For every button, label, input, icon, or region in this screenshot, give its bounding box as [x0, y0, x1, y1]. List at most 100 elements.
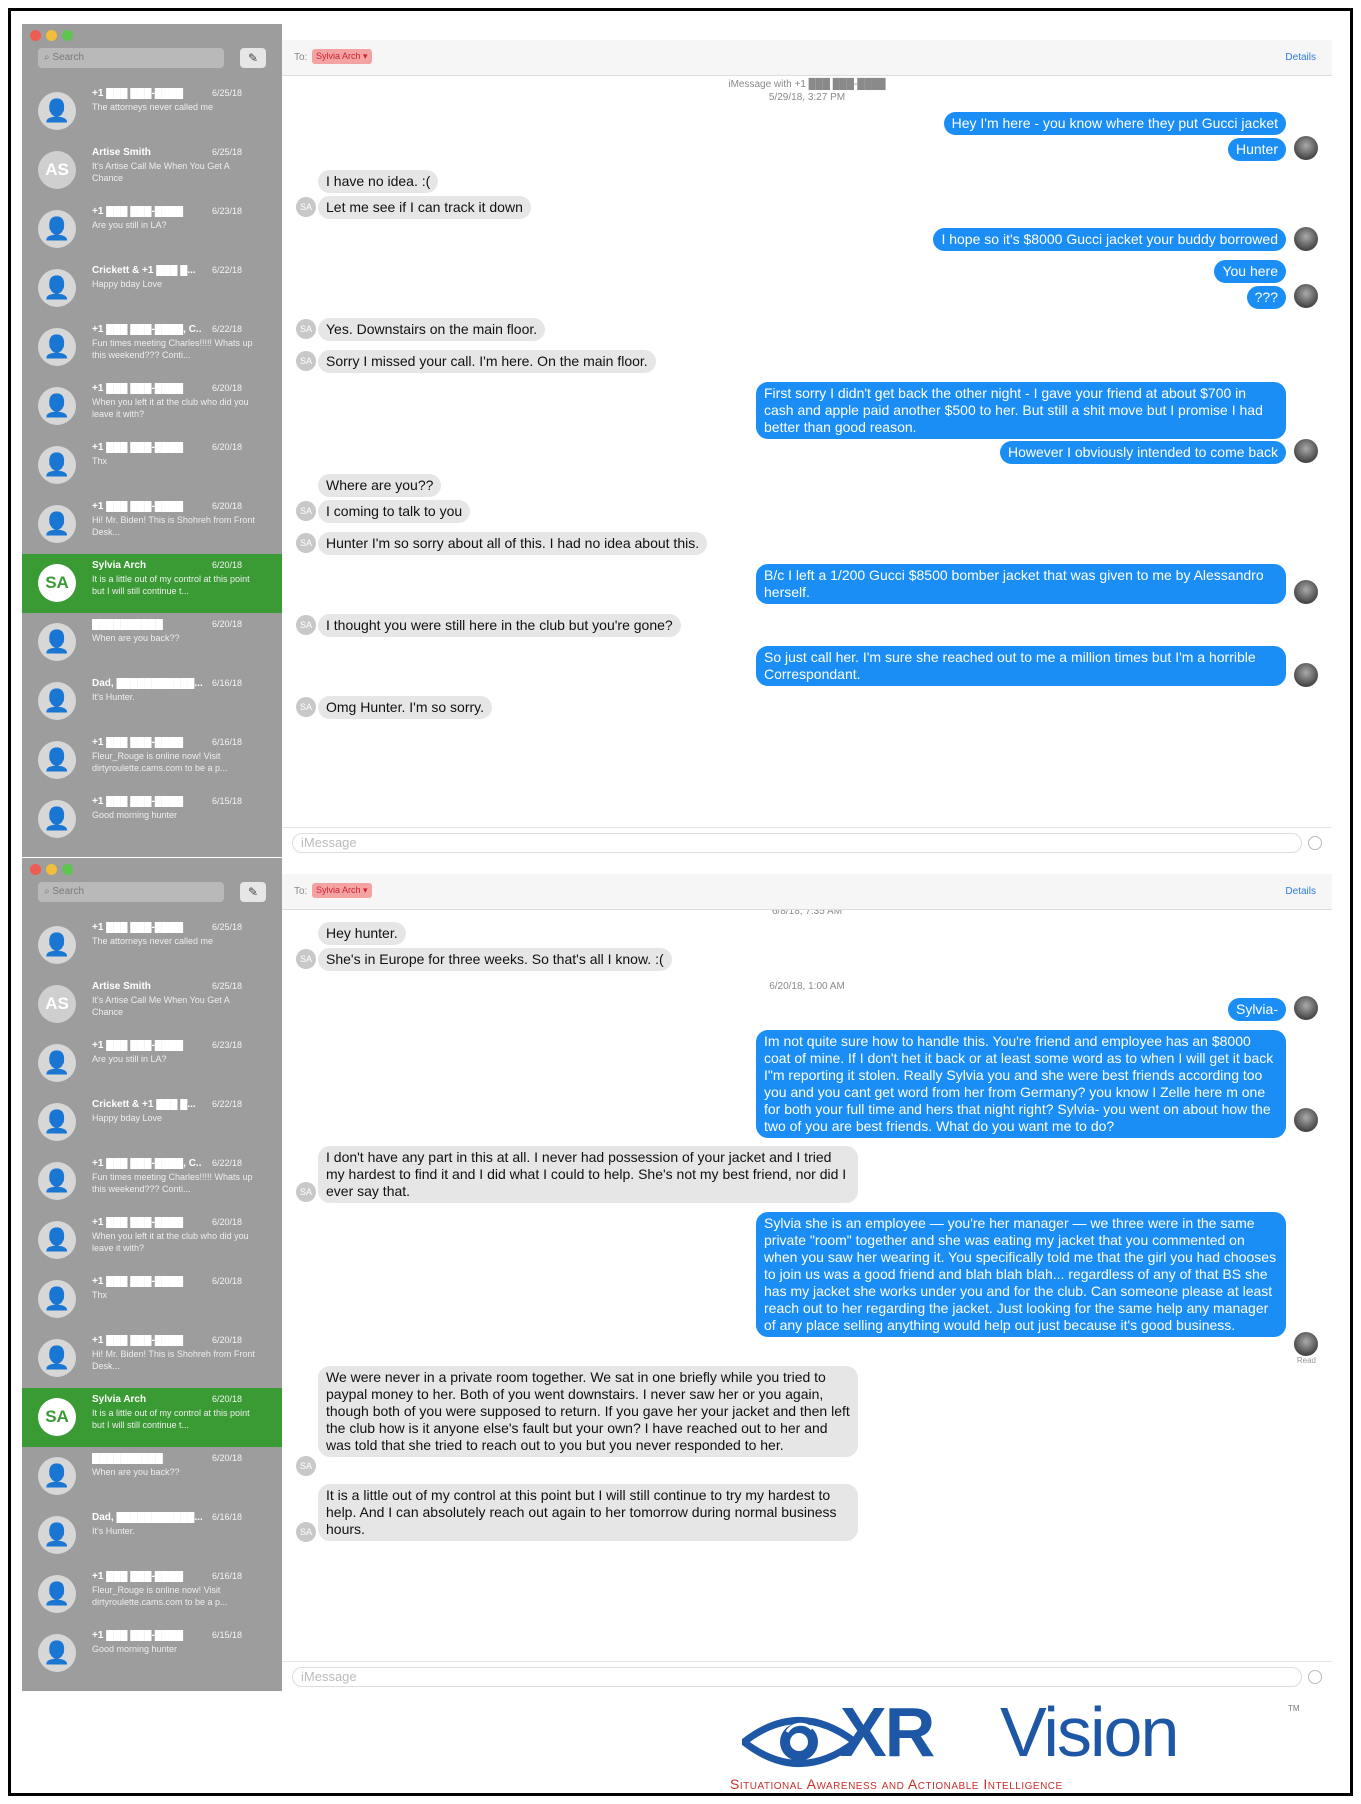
contact-name: Dad, ███████████...	[92, 1512, 202, 1523]
logo-vision: Vision	[1000, 1693, 1179, 1771]
emoji-icon[interactable]	[1308, 836, 1322, 850]
close-window-icon[interactable]	[30, 864, 41, 875]
conversation-item[interactable]: 👤 +1 ███ ███-████ 6/20/18 When you left it …	[22, 377, 282, 436]
received-message: I don't have any part in this at all. I …	[318, 1146, 858, 1203]
conversation-sidebar: ⌕ Search ✎ 👤 +1 ███ ███-████ 6/25/18 The at…	[22, 858, 282, 1691]
compose-icon[interactable]: ✎	[240, 48, 266, 68]
contact-avatar: 👤	[38, 1280, 76, 1318]
conversation-item[interactable]: 👤 ██████████ 6/20/18 When are you back??	[22, 613, 282, 672]
conversation-item[interactable]: 👤 +1 ███ ███-████ 6/25/18 The attorneys nev…	[22, 82, 282, 141]
search-placeholder: Search	[52, 52, 85, 63]
hunter-avatar	[1294, 284, 1318, 308]
conversation-item[interactable]: SA Sylvia Arch 6/20/18 It is a little out o…	[22, 1388, 282, 1447]
sa-avatar: SA	[296, 1182, 316, 1202]
message-preview: When you left it at the club who did you…	[92, 397, 249, 419]
conversation-date: 6/23/18	[212, 206, 243, 216]
minimize-window-icon[interactable]	[46, 30, 57, 41]
conversation-date: 6/20/18	[212, 1394, 243, 1404]
conversation-item[interactable]: 👤 +1 ███ ███-████ 6/23/18 Are you still in …	[22, 200, 282, 259]
conversation-date: 6/20/18	[212, 1276, 243, 1286]
contact-avatar: SA	[38, 1398, 76, 1436]
contact-name: Artise Smith	[92, 981, 151, 992]
conversation-item[interactable]: AS Artise Smith 6/25/18 It's Artise Call Me…	[22, 975, 282, 1034]
imessage-placeholder: iMessage	[301, 1669, 357, 1684]
conversation-item[interactable]: 👤 +1 ███ ███-████ 6/15/18 Good morning hunt…	[22, 790, 282, 849]
conversation-item[interactable]: 👤 +1 ███ ███-████ 6/25/18 The attorneys nev…	[22, 916, 282, 975]
received-message: Hey hunter.	[318, 922, 406, 945]
conversation-item[interactable]: 👤 Dad, ███████████... 6/16/18 It's Hunter.	[22, 1506, 282, 1565]
search-input[interactable]: ⌕ Search	[38, 882, 224, 902]
received-message: Omg Hunter. I'm so sorry.	[318, 696, 493, 719]
contact-name: +1 ███ ███-████	[92, 1335, 184, 1346]
recipient-chip[interactable]: Sylvia Arch ▾	[312, 49, 372, 64]
conversation-item[interactable]: 👤 +1 ███ ███-████ 6/20/18 Hi! Mr. Biden! Th…	[22, 495, 282, 554]
conversation-item[interactable]: 👤 +1 ███ ███-████, C... 6/22/18 Fun times m…	[22, 1152, 282, 1211]
message-preview: It's Artise Call Me When You Get A Chanc…	[92, 995, 230, 1017]
contact-avatar: 👤	[38, 682, 76, 720]
conversation-item[interactable]: 👤 Crickett & +1 ███ █... 6/22/18 Happy bday…	[22, 259, 282, 318]
close-window-icon[interactable]	[30, 30, 41, 41]
contact-avatar: 👤	[38, 446, 76, 484]
conversation-item[interactable]: 👤 Crickett & +1 ███ █... 6/22/18 Happy bday…	[22, 1093, 282, 1152]
minimize-window-icon[interactable]	[46, 864, 57, 875]
conversation-date: 6/20/18	[212, 619, 243, 629]
received-message: Let me see if I can track it down	[318, 196, 531, 219]
received-message: We were never in a private room together…	[318, 1366, 858, 1457]
conversation-item[interactable]: 👤 Dad, ███████████... 6/16/18 It's Hunter.	[22, 672, 282, 731]
details-button[interactable]: Details	[1285, 886, 1316, 897]
zoom-window-icon[interactable]	[62, 864, 73, 875]
received-message: I coming to talk to you	[318, 500, 471, 523]
compose-bar: iMessage	[282, 827, 1332, 857]
conversation-item[interactable]: 👤 +1 ███ ███-████ 6/20/18 Thx	[22, 1270, 282, 1329]
contact-avatar: 👤	[38, 1162, 76, 1200]
emoji-icon[interactable]	[1308, 1670, 1322, 1684]
read-receipt: Read	[1296, 1356, 1316, 1365]
conversation-date: 6/25/18	[212, 922, 243, 932]
conversation-date: 6/20/18	[212, 501, 243, 511]
contact-avatar: 👤	[38, 328, 76, 366]
conversation-item[interactable]: 👤 +1 ███ ███-████ 6/16/18 Fleur_Rouge is on…	[22, 1565, 282, 1624]
to-label: To:	[294, 52, 308, 63]
hunter-avatar	[1294, 1332, 1318, 1356]
contact-avatar: 👤	[38, 92, 76, 130]
conversation-item[interactable]: 👤 +1 ███ ███-████ 6/16/18 Fleur_Rouge is on…	[22, 731, 282, 790]
conversation-item[interactable]: 👤 +1 ███ ███-████ 6/20/18 Hi! Mr. Biden! Th…	[22, 1329, 282, 1388]
received-message: She's in Europe for three weeks. So that…	[318, 948, 672, 971]
message-transcript: iMessage with +1 ███ ███-████ 5/29/18, 3…	[282, 76, 1332, 857]
message-preview: Hi! Mr. Biden! This is Shohreh from Fron…	[92, 1349, 255, 1371]
contact-name: Crickett & +1 ███ █...	[92, 265, 196, 276]
conversation-item[interactable]: 👤 ██████████ 6/20/18 When are you back??	[22, 1447, 282, 1506]
compose-icon[interactable]: ✎	[240, 882, 266, 902]
contact-avatar: 👤	[38, 1221, 76, 1259]
contact-name: +1 ███ ███-████	[92, 796, 184, 807]
sa-avatar: SA	[296, 501, 316, 521]
recipient-chip[interactable]: Sylvia Arch ▾	[312, 883, 372, 898]
imessage-input[interactable]: iMessage	[292, 833, 1302, 853]
search-input[interactable]: ⌕ Search	[38, 48, 224, 68]
contact-avatar: 👤	[38, 269, 76, 307]
imessage-input[interactable]: iMessage	[292, 1667, 1302, 1687]
contact-avatar: 👤	[38, 741, 76, 779]
sent-message: Hey I'm here - you know where they put G…	[943, 112, 1286, 135]
conversation-date: 6/25/18	[212, 147, 243, 157]
chat-pane: To: Sylvia Arch ▾ Details 6/8/18, 7:35 A…	[282, 858, 1332, 1691]
conversation-date: 6/25/18	[212, 88, 243, 98]
message-preview: Thx	[92, 1290, 108, 1300]
conversation-item[interactable]: 👤 +1 ███ ███-████ 6/15/18 Good morning hunt…	[22, 1624, 282, 1683]
conversation-item[interactable]: AS Artise Smith 6/25/18 It's Artise Call Me…	[22, 141, 282, 200]
conversation-item[interactable]: 👤 +1 ███ ███-████ 6/23/18 Are you still in …	[22, 1034, 282, 1093]
contact-name: ██████████	[92, 619, 163, 630]
conversation-item[interactable]: 👤 +1 ███ ███-████ 6/20/18 When you left it …	[22, 1211, 282, 1270]
received-message: Hunter I'm so sorry about all of this. I…	[318, 532, 708, 555]
contact-avatar: 👤	[38, 1457, 76, 1495]
hunter-avatar	[1294, 136, 1318, 160]
details-button[interactable]: Details	[1285, 52, 1316, 63]
conversation-date: 6/22/18	[212, 1158, 243, 1168]
contact-name: +1 ███ ███-████	[92, 501, 184, 512]
conversation-item[interactable]: 👤 +1 ███ ███-████, C... 6/22/18 Fun times m…	[22, 318, 282, 377]
message-preview: Fun times meeting Charles!!!!! Whats up …	[92, 1172, 253, 1194]
zoom-window-icon[interactable]	[62, 30, 73, 41]
conversation-sidebar: ⌕ Search ✎ 👤 +1 ███ ███-████ 6/25/18 The at…	[22, 24, 282, 857]
conversation-item[interactable]: 👤 +1 ███ ███-████ 6/20/18 Thx	[22, 436, 282, 495]
conversation-item[interactable]: SA Sylvia Arch 6/20/18 It is a little out o…	[22, 554, 282, 613]
